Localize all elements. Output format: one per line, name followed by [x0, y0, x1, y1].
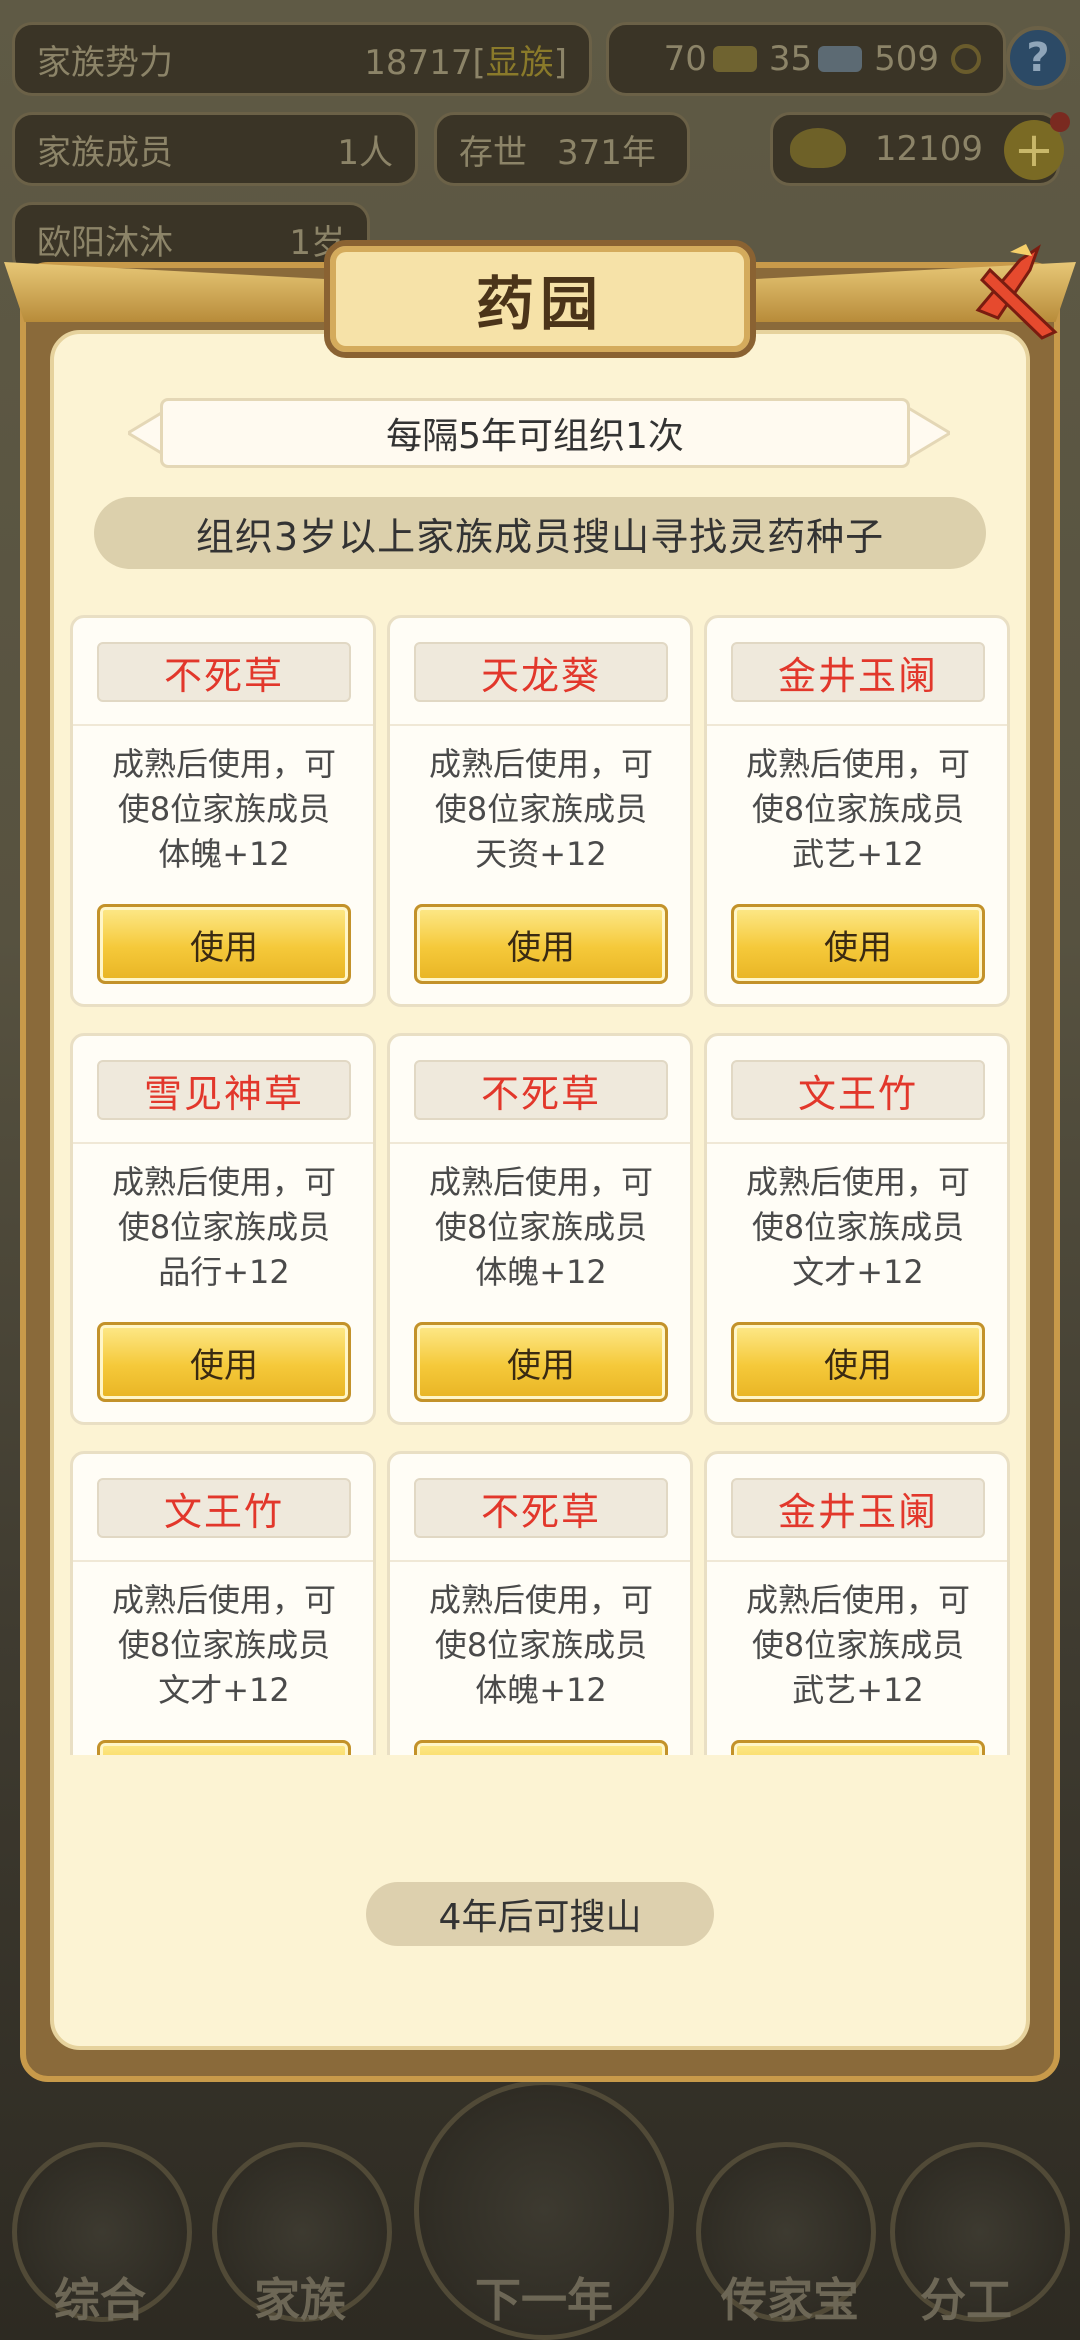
help-button[interactable]: ? [1006, 26, 1070, 90]
interval-banner: 每隔5年可组织1次 [160, 398, 910, 468]
herb-card: 文王竹 成熟后使用，可 使8位家族成员 文才+12 使用 [70, 1451, 376, 1755]
nav-clan-label[interactable]: 家族 [190, 2264, 410, 2330]
card-divider [390, 1142, 690, 1144]
herb-card: 金井玉阑 成熟后使用，可 使8位家族成员 武艺+12 使用 [704, 615, 1010, 1007]
existence-label: 存世 [459, 132, 527, 173]
use-button[interactable]: 使用 [414, 1322, 668, 1402]
herb-name: 文王竹 [97, 1478, 351, 1538]
dialog-subtitle: 组织3岁以上家族成员搜山寻找灵药种子 [94, 497, 986, 569]
herb-card: 不死草 成熟后使用，可 使8位家族成员 体魄+12 使用 [387, 1033, 693, 1425]
existence-pill: 存世 371年 [434, 112, 690, 186]
clan-power-label: 家族势力 [37, 42, 173, 83]
use-button[interactable]: 使用 [97, 904, 351, 984]
use-button[interactable]: 使用 [414, 1740, 668, 1755]
herb-description: 成熟后使用，可 使8位家族成员 体魄+12 [428, 1163, 653, 1291]
coin-count: 509 [874, 39, 939, 79]
member-name: 欧阳沐沐 [37, 222, 173, 263]
card-divider [707, 724, 1007, 726]
nav-assignment-label[interactable]: 分工 [856, 2264, 1076, 2330]
herb-card: 不死草 成熟后使用，可 使8位家族成员 体魄+12 使用 [387, 1451, 693, 1755]
clan-power-value: 18717 [364, 42, 473, 83]
silver-count: 35 [768, 39, 813, 79]
herb-card: 金井玉阑 成熟后使用，可 使8位家族成员 武艺+12 使用 [704, 1451, 1010, 1755]
cooldown-text: 4年后可搜山 [438, 1897, 642, 1938]
close-icon [975, 244, 1058, 340]
use-button[interactable]: 使用 [97, 1740, 351, 1755]
card-divider [707, 1560, 1007, 1562]
interval-text: 每隔5年可组织1次 [386, 416, 684, 457]
herb-card: 天龙葵 成熟后使用，可 使8位家族成员 天资+12 使用 [387, 615, 693, 1007]
herb-card: 雪见神草 成熟后使用，可 使8位家族成员 品行+12 使用 [70, 1033, 376, 1425]
herb-name: 金井玉阑 [731, 642, 985, 702]
members-value: 1人 [337, 132, 393, 173]
dialog-title: 药园 [475, 270, 604, 338]
herb-description: 成熟后使用，可 使8位家族成员 文才+12 [111, 1581, 336, 1709]
notification-dot [1050, 112, 1070, 132]
herb-card: 不死草 成熟后使用，可 使8位家族成员 体魄+12 使用 [70, 615, 376, 1007]
herb-name: 不死草 [97, 642, 351, 702]
coin-icon [951, 44, 981, 74]
use-button[interactable]: 使用 [731, 1322, 985, 1402]
herb-description: 成熟后使用，可 使8位家族成员 文才+12 [745, 1163, 970, 1291]
card-divider [390, 1560, 690, 1562]
herb-description: 成熟后使用，可 使8位家族成员 武艺+12 [745, 1581, 970, 1709]
clan-rank: 显族 [485, 42, 554, 83]
use-button[interactable]: 使用 [97, 1322, 351, 1402]
herb-name: 不死草 [414, 1478, 668, 1538]
clan-power-value-group: 18717[显族] [364, 42, 567, 83]
clan-power-pill: 家族势力 18717[显族] [12, 22, 592, 96]
herb-grid[interactable]: 不死草 成熟后使用，可 使8位家族成员 体魄+12 使用 天龙葵 成熟后使用，可… [60, 605, 1020, 1755]
gold-count: 70 [663, 39, 707, 79]
card-divider [73, 1560, 373, 1562]
dialog-title-plate: 药园 [324, 240, 756, 358]
herb-description: 成熟后使用，可 使8位家族成员 武艺+12 [745, 745, 970, 873]
herb-description: 成熟后使用，可 使8位家族成员 品行+12 [111, 1163, 336, 1291]
card-divider [390, 724, 690, 726]
herb-card: 文王竹 成熟后使用，可 使8位家族成员 文才+12 使用 [704, 1033, 1010, 1425]
yuanbao-count: 12109 [874, 129, 983, 169]
herb-name: 天龙葵 [414, 642, 668, 702]
members-label: 家族成员 [37, 132, 173, 173]
card-divider [73, 1142, 373, 1144]
subtitle-text: 组织3岁以上家族成员搜山寻找灵药种子 [195, 514, 885, 559]
members-pill: 家族成员 1人 [12, 112, 418, 186]
nav-general-label[interactable]: 综合 [0, 2264, 210, 2330]
existence-value: 371年 [557, 132, 656, 173]
question-icon: ? [1026, 35, 1050, 81]
card-divider [73, 724, 373, 726]
herb-name: 文王竹 [731, 1060, 985, 1120]
gold-bar-icon [712, 46, 757, 72]
close-button[interactable] [960, 240, 1070, 350]
nav-next-year-label[interactable]: 下一年 [434, 2264, 654, 2330]
use-button[interactable]: 使用 [414, 904, 668, 984]
use-button[interactable]: 使用 [731, 904, 985, 984]
bottom-nav: 综合 家族 下一年 传家宝 分工 [0, 2080, 1080, 2340]
herb-description: 成熟后使用，可 使8位家族成员 体魄+12 [111, 745, 336, 873]
plus-icon: + [1013, 122, 1055, 178]
herb-description: 成熟后使用，可 使8位家族成员 天资+12 [428, 745, 653, 873]
yuanbao-icon [790, 128, 846, 168]
herb-name: 雪见神草 [97, 1060, 351, 1120]
card-divider [707, 1142, 1007, 1144]
herb-description: 成熟后使用，可 使8位家族成员 体魄+12 [428, 1581, 653, 1709]
search-cooldown-status: 4年后可搜山 [366, 1882, 714, 1946]
use-button[interactable]: 使用 [731, 1740, 985, 1755]
silver-bar-icon [818, 46, 863, 72]
herb-name: 不死草 [414, 1060, 668, 1120]
resources-pill: 70 35 509 [606, 22, 1006, 96]
herb-name: 金井玉阑 [731, 1478, 985, 1538]
